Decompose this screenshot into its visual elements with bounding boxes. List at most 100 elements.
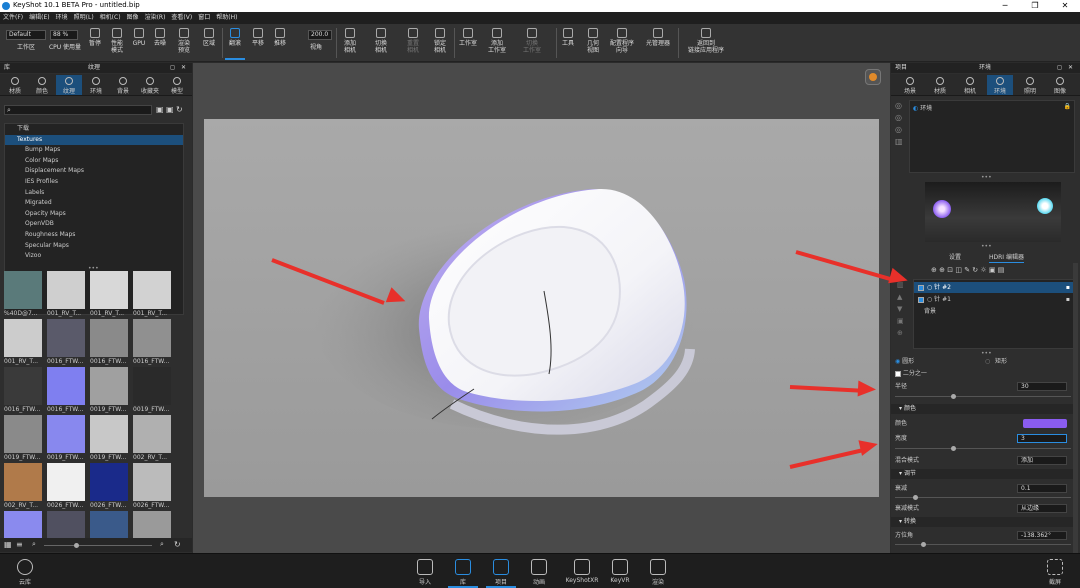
menu-window[interactable]: 窗口: [195, 12, 213, 24]
camera-icon[interactable]: ▣: [989, 266, 996, 274]
tab-materials[interactable]: 材质: [2, 75, 28, 95]
shape-rect-label[interactable]: 矩形: [995, 356, 1007, 367]
folder-icon[interactable]: ▣: [897, 315, 907, 327]
shape-circle-label[interactable]: 圆形: [902, 358, 914, 365]
menu-edit[interactable]: 编辑(E): [26, 12, 52, 24]
tree-item[interactable]: Displacement Maps: [5, 166, 183, 177]
tree-item[interactable]: Color Maps: [5, 156, 183, 167]
texture-thumbnail[interactable]: 0016_FTW...: [4, 367, 42, 414]
texture-thumbnail[interactable]: 0026_FTW...: [90, 463, 128, 510]
gpu-button[interactable]: GPU: [130, 26, 148, 60]
add-image-pin-icon[interactable]: ⊡: [947, 266, 953, 274]
zoom-out-icon[interactable]: ⌕: [32, 540, 36, 549]
tumble-button[interactable]: 翻滚: [225, 26, 245, 60]
tab-image[interactable]: 图像: [1047, 75, 1073, 95]
transform-section-header[interactable]: ▾ 转换: [891, 517, 1076, 527]
maximize-button[interactable]: ❐: [1020, 0, 1050, 12]
falloff-mode-select[interactable]: 从边缘: [1017, 504, 1067, 513]
half-checkbox[interactable]: [895, 370, 901, 377]
duplicate-icon[interactable]: ◎: [895, 100, 907, 112]
tree-item[interactable]: Bump Maps: [5, 145, 183, 156]
tree-item[interactable]: Specular Maps: [5, 241, 183, 252]
splitter-handle[interactable]: •••: [981, 243, 992, 250]
hdri-preview[interactable]: [925, 182, 1061, 242]
hdri-pin-2-light[interactable]: [933, 200, 951, 218]
hdri-editor-subtab[interactable]: HDRI 编辑器: [989, 252, 1024, 263]
tree-item[interactable]: Labels: [5, 188, 183, 199]
blend-mode-select[interactable]: 添加: [1017, 456, 1067, 465]
add-rect-pin-icon[interactable]: ⊕: [939, 266, 945, 274]
tools-button[interactable]: 工具: [558, 26, 578, 60]
return-to-linked-app-button[interactable]: 返回到 链接应用程序: [682, 26, 730, 60]
tab-material[interactable]: 材质: [927, 75, 953, 95]
tree-item[interactable]: Vizoo: [5, 251, 183, 262]
render-viewport[interactable]: [193, 63, 890, 553]
region-button[interactable]: 区域: [199, 26, 219, 60]
slider-knob[interactable]: [951, 446, 956, 451]
brightness-slider[interactable]: [895, 446, 1071, 451]
texture-thumbnail[interactable]: 001_RV_T...: [47, 271, 85, 318]
keyshotxr-button[interactable]: KeyShotXR: [562, 556, 602, 588]
viewport-render-mode-icon[interactable]: [865, 69, 881, 85]
close-window-button[interactable]: ✕: [1050, 0, 1080, 12]
project-button[interactable]: 项目: [486, 556, 516, 588]
target-icon[interactable]: ⊕: [897, 327, 907, 339]
adjust-section-header[interactable]: ▾ 调节: [891, 469, 1076, 479]
import-button[interactable]: 导入: [410, 556, 440, 588]
cloud-library-button[interactable]: 云库: [10, 556, 40, 588]
texture-thumbnail[interactable]: 0019_FTW...: [90, 367, 128, 414]
reset-camera-button[interactable]: 重置 相机: [400, 26, 426, 60]
animation-button[interactable]: 动画: [524, 556, 554, 588]
texture-thumbnail[interactable]: 001_RV_T...: [133, 271, 171, 318]
add-studio-button[interactable]: 添加 工作室: [484, 26, 510, 60]
texture-thumbnail[interactable]: 0019_FTW...: [47, 415, 85, 462]
settings-subtab[interactable]: 设置: [949, 252, 961, 261]
tab-models[interactable]: 模型: [164, 75, 190, 95]
tab-colors[interactable]: 颜色: [29, 75, 55, 95]
tree-item[interactable]: 下载: [5, 124, 183, 135]
fov-field[interactable]: 200.0: [308, 30, 332, 40]
tab-scene[interactable]: 场景: [897, 75, 923, 95]
texture-thumbnail[interactable]: 002_RV_T...: [133, 415, 171, 462]
lock-icon[interactable]: ▪: [1066, 294, 1070, 305]
tab-environments[interactable]: 环境: [83, 75, 109, 95]
render-preview-button[interactable]: 渲染 预览: [172, 26, 196, 60]
tree-item[interactable]: Opacity Maps: [5, 209, 183, 220]
tree-item[interactable]: OpenVDB: [5, 219, 183, 230]
slider-knob[interactable]: [921, 542, 926, 547]
texture-thumbnail[interactable]: 0026_FTW...: [47, 463, 85, 510]
move-up-icon[interactable]: ▲: [897, 291, 907, 303]
image-icon[interactable]: ▤: [998, 266, 1005, 274]
menu-camera[interactable]: 相机(C): [97, 12, 124, 24]
radius-slider[interactable]: [895, 394, 1071, 399]
texture-thumbnail[interactable]: 0016_FTW...: [47, 319, 85, 366]
lock-camera-button[interactable]: 锁定 相机: [428, 26, 452, 60]
switch-camera-button[interactable]: 切换 相机: [368, 26, 394, 60]
menu-image[interactable]: 图像: [124, 12, 142, 24]
texture-thumbnail[interactable]: 0019_FTW...: [4, 415, 42, 462]
radio-circle-icon[interactable]: ◉: [895, 358, 900, 365]
radio-rect-icon[interactable]: ○: [985, 356, 990, 367]
lock-icon[interactable]: 🔒: [1064, 103, 1071, 110]
radius-field[interactable]: 30: [1017, 382, 1067, 391]
dolly-button[interactable]: 推移: [270, 26, 290, 60]
copy-icon[interactable]: ◎: [895, 112, 907, 124]
environment-list-item[interactable]: ◐ 环境: [913, 103, 932, 112]
menu-file[interactable]: 文件(F): [0, 12, 26, 24]
switch-studio-button[interactable]: 切换 工作室: [518, 26, 546, 60]
close-panel-icon[interactable]: ✕: [1068, 63, 1073, 73]
pin-list-item[interactable]: ○ 针 #1 ▪: [914, 294, 1074, 305]
library-search-input[interactable]: ⌕: [4, 105, 152, 115]
menu-help[interactable]: 帮助(H): [213, 12, 240, 24]
falloff-field[interactable]: 0.1: [1017, 484, 1067, 493]
sun-icon[interactable]: ☼: [980, 266, 986, 274]
slider-knob[interactable]: [74, 543, 79, 548]
tab-environment[interactable]: 环境: [987, 75, 1013, 95]
add-folder-icon[interactable]: ▣: [166, 105, 174, 114]
performance-mode-button[interactable]: 性能 模式: [106, 26, 128, 60]
thumbnail-size-slider[interactable]: [44, 543, 152, 548]
brightness-field[interactable]: 3: [1017, 434, 1067, 443]
texture-thumbnail[interactable]: 0016_FTW...: [90, 319, 128, 366]
denoise-button[interactable]: 去噪: [150, 26, 170, 60]
tree-item[interactable]: IES Profiles: [5, 177, 183, 188]
